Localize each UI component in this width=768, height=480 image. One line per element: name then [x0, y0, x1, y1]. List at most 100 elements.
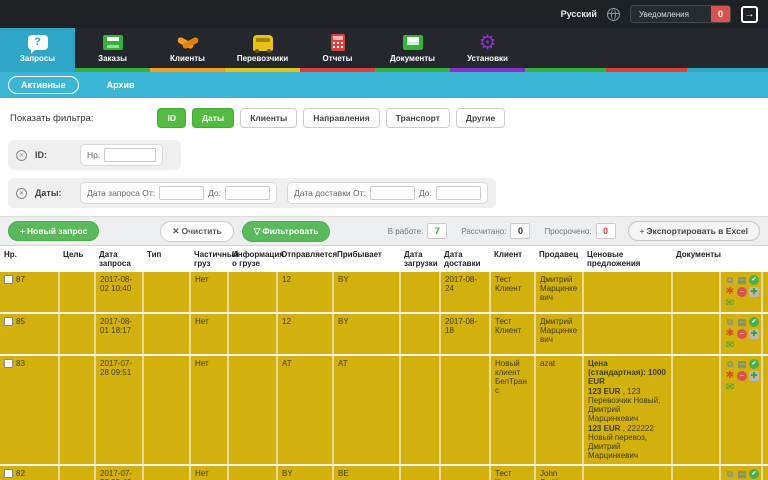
delete-action-icon[interactable]: ✱ [725, 371, 735, 381]
tab-archive[interactable]: Архив [95, 77, 147, 93]
request-date-from-label: Дата запроса От: [87, 188, 155, 198]
strip-segment [606, 68, 687, 72]
row-checkbox[interactable] [4, 469, 13, 478]
copy-action-icon[interactable]: ⧉ [725, 359, 735, 369]
block-action-icon[interactable]: − [737, 287, 747, 297]
language-selector[interactable]: Русский [561, 9, 597, 19]
column-header: Прибывает [333, 246, 400, 272]
filter-pill-transport[interactable]: Транспорт [386, 108, 450, 128]
cell-delivery-date: 2017-08-18 [440, 313, 490, 355]
cell-goal [59, 272, 95, 313]
clear-button[interactable]: ✕Очистить [160, 221, 233, 242]
row-checkbox[interactable] [4, 317, 13, 326]
copy-action-icon[interactable]: ⧉ [725, 317, 735, 327]
request-number[interactable]: 82 [16, 469, 25, 478]
tab-active-requests[interactable]: Активные [8, 76, 79, 94]
in-work-counter: В работе: 7 [388, 223, 448, 239]
nav-tab-zaprosy[interactable]: ? Запросы [0, 28, 75, 68]
strip-segment [75, 68, 150, 72]
filter-button[interactable]: ▽Фильтровать [242, 221, 331, 242]
add-action-icon[interactable]: ✚ [749, 329, 759, 339]
delivery-date-from-input[interactable] [370, 186, 415, 200]
card-action-icon[interactable]: ▤ [737, 469, 747, 479]
row-checkbox[interactable] [4, 359, 13, 368]
printer-icon [103, 34, 123, 52]
filter-pill-directions[interactable]: Направления [303, 108, 379, 128]
filter-pill-other[interactable]: Другие [456, 108, 505, 128]
request-date-to-input[interactable] [225, 186, 270, 200]
notifications-widget[interactable]: Уведомления 0 [630, 5, 731, 23]
cell-request-date: 2017-08-02 10:40 [95, 272, 143, 313]
cell-filler [762, 272, 768, 313]
id-input[interactable] [104, 148, 156, 162]
id-field-group: Нр. [80, 144, 163, 166]
logout-icon[interactable]: → [741, 6, 758, 23]
filter-pill-clients[interactable]: Клиенты [240, 108, 297, 128]
nav-tab-otchety[interactable]: Отчеты [300, 28, 375, 68]
row-checkbox[interactable] [4, 275, 13, 284]
delete-action-icon[interactable]: ✱ [725, 287, 735, 297]
cell-partial: Нет [190, 272, 228, 313]
add-action-icon[interactable]: ✚ [749, 287, 759, 297]
request-number[interactable]: 83 [16, 359, 25, 368]
filter-pill-id[interactable]: ID [157, 108, 186, 128]
approve-action-icon[interactable]: ✔ [749, 359, 759, 369]
cell-arrives: BY [333, 313, 400, 355]
cell-load-date [400, 272, 440, 313]
cell-cargo [228, 465, 277, 480]
request-date-from-input[interactable] [159, 186, 204, 200]
cell-arrives: AT [333, 355, 400, 465]
cell-actions: ⧉▤✔ ✱−✚ ✉ [720, 313, 762, 355]
card-action-icon[interactable]: ▤ [737, 275, 747, 285]
approve-action-icon[interactable]: ✔ [749, 469, 759, 479]
cell-load-date [400, 313, 440, 355]
block-action-icon[interactable]: − [737, 329, 747, 339]
filter-pill-row: Показать фильтра: ID Даты Клиенты Направ… [0, 104, 768, 136]
column-header: Дата запроса [95, 246, 143, 272]
nav-tab-zakazy[interactable]: Заказы [75, 28, 150, 68]
approve-action-icon[interactable]: ✔ [749, 275, 759, 285]
mail-action-icon[interactable]: ✉ [725, 341, 735, 351]
block-action-icon[interactable]: − [737, 371, 747, 381]
globe-icon[interactable] [607, 8, 620, 21]
nav-tab-ustanovki[interactable]: ⚙ Установки [450, 28, 525, 68]
delivery-date-to-input[interactable] [436, 186, 481, 200]
strip-segment [450, 68, 525, 72]
delete-action-icon[interactable]: ✱ [725, 329, 735, 339]
calculated-value: 0 [510, 223, 530, 239]
mail-action-icon[interactable]: ✉ [725, 299, 735, 309]
table-row: 822017-07-28 09:46НетBYBEТест КлиентJohn… [0, 465, 768, 480]
request-number[interactable]: 85 [16, 317, 25, 326]
request-number[interactable]: 87 [16, 275, 25, 284]
column-header: Дата загрузки [400, 246, 440, 272]
add-action-icon[interactable]: ✚ [749, 371, 759, 381]
cell-client: Тест Клиент [490, 272, 535, 313]
card-action-icon[interactable]: ▤ [737, 359, 747, 369]
column-header: Клиент [490, 246, 535, 272]
show-filters-label: Показать фильтра: [10, 113, 93, 124]
cell-filler [762, 313, 768, 355]
card-action-icon[interactable]: ▤ [737, 317, 747, 327]
cell-goal [59, 313, 95, 355]
funnel-icon: ▽ [254, 226, 261, 236]
nav-tab-dokumenty[interactable]: Документы [375, 28, 450, 68]
overdue-counter: Просрочено: 0 [544, 223, 615, 239]
cell-partial: Нет [190, 355, 228, 465]
column-header: Нр. [0, 246, 59, 272]
cell-price-offers: Цена (стандартная): 1000 EUR123 EUR , 12… [583, 355, 672, 465]
mail-action-icon[interactable]: ✉ [725, 383, 735, 393]
approve-action-icon[interactable]: ✔ [749, 317, 759, 327]
column-header: Информация о грузе [228, 246, 277, 272]
nav-tab-klienty[interactable]: Клиенты [150, 28, 225, 68]
export-excel-button[interactable]: +Экспортировать в Excel [628, 221, 760, 241]
new-request-button[interactable]: +Новый запрос [8, 221, 99, 241]
filter-pill-dates[interactable]: Даты [192, 108, 234, 128]
copy-action-icon[interactable]: ⧉ [725, 469, 735, 479]
nav-tab-perevozchiki[interactable]: Перевозчики [225, 28, 300, 68]
request-date-group: Дата запроса От: До: [80, 182, 277, 204]
column-header: Отправляется [277, 246, 333, 272]
remove-id-filter-icon[interactable]: ✕ [16, 150, 27, 161]
copy-action-icon[interactable]: ⧉ [725, 275, 735, 285]
remove-dates-filter-icon[interactable]: ✕ [16, 188, 27, 199]
calculator-icon [331, 34, 345, 52]
